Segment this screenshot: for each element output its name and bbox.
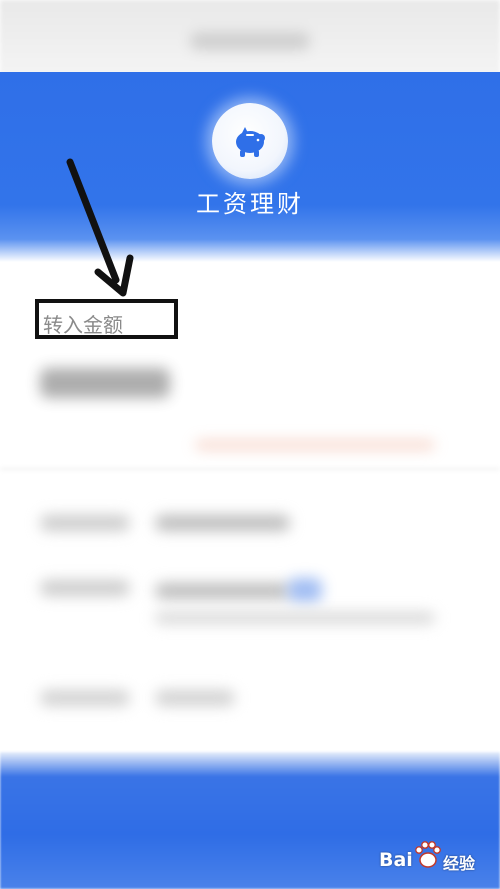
row-label-blurred — [40, 515, 130, 531]
row-value-blurred — [155, 690, 235, 706]
row-label-blurred — [40, 690, 130, 706]
row-badge-blurred — [288, 578, 322, 602]
paw-icon — [415, 841, 441, 868]
row-value-blurred — [155, 583, 290, 599]
row-value-blurred — [155, 515, 290, 531]
divider — [0, 468, 500, 470]
hint-text-blurred — [195, 440, 435, 450]
row-label-blurred — [40, 580, 130, 596]
watermark-text-right: 经验 — [443, 854, 476, 873]
highlight-box: 转入金额 — [35, 299, 178, 339]
amount-input-blurred[interactable] — [40, 368, 170, 398]
watermark-text-left: Bai — [379, 849, 413, 871]
row-subtext-blurred — [155, 612, 435, 624]
baidu-jingyan-watermark: Bai 经验 — [375, 837, 495, 881]
transfer-amount-label: 转入金额 — [43, 313, 123, 337]
